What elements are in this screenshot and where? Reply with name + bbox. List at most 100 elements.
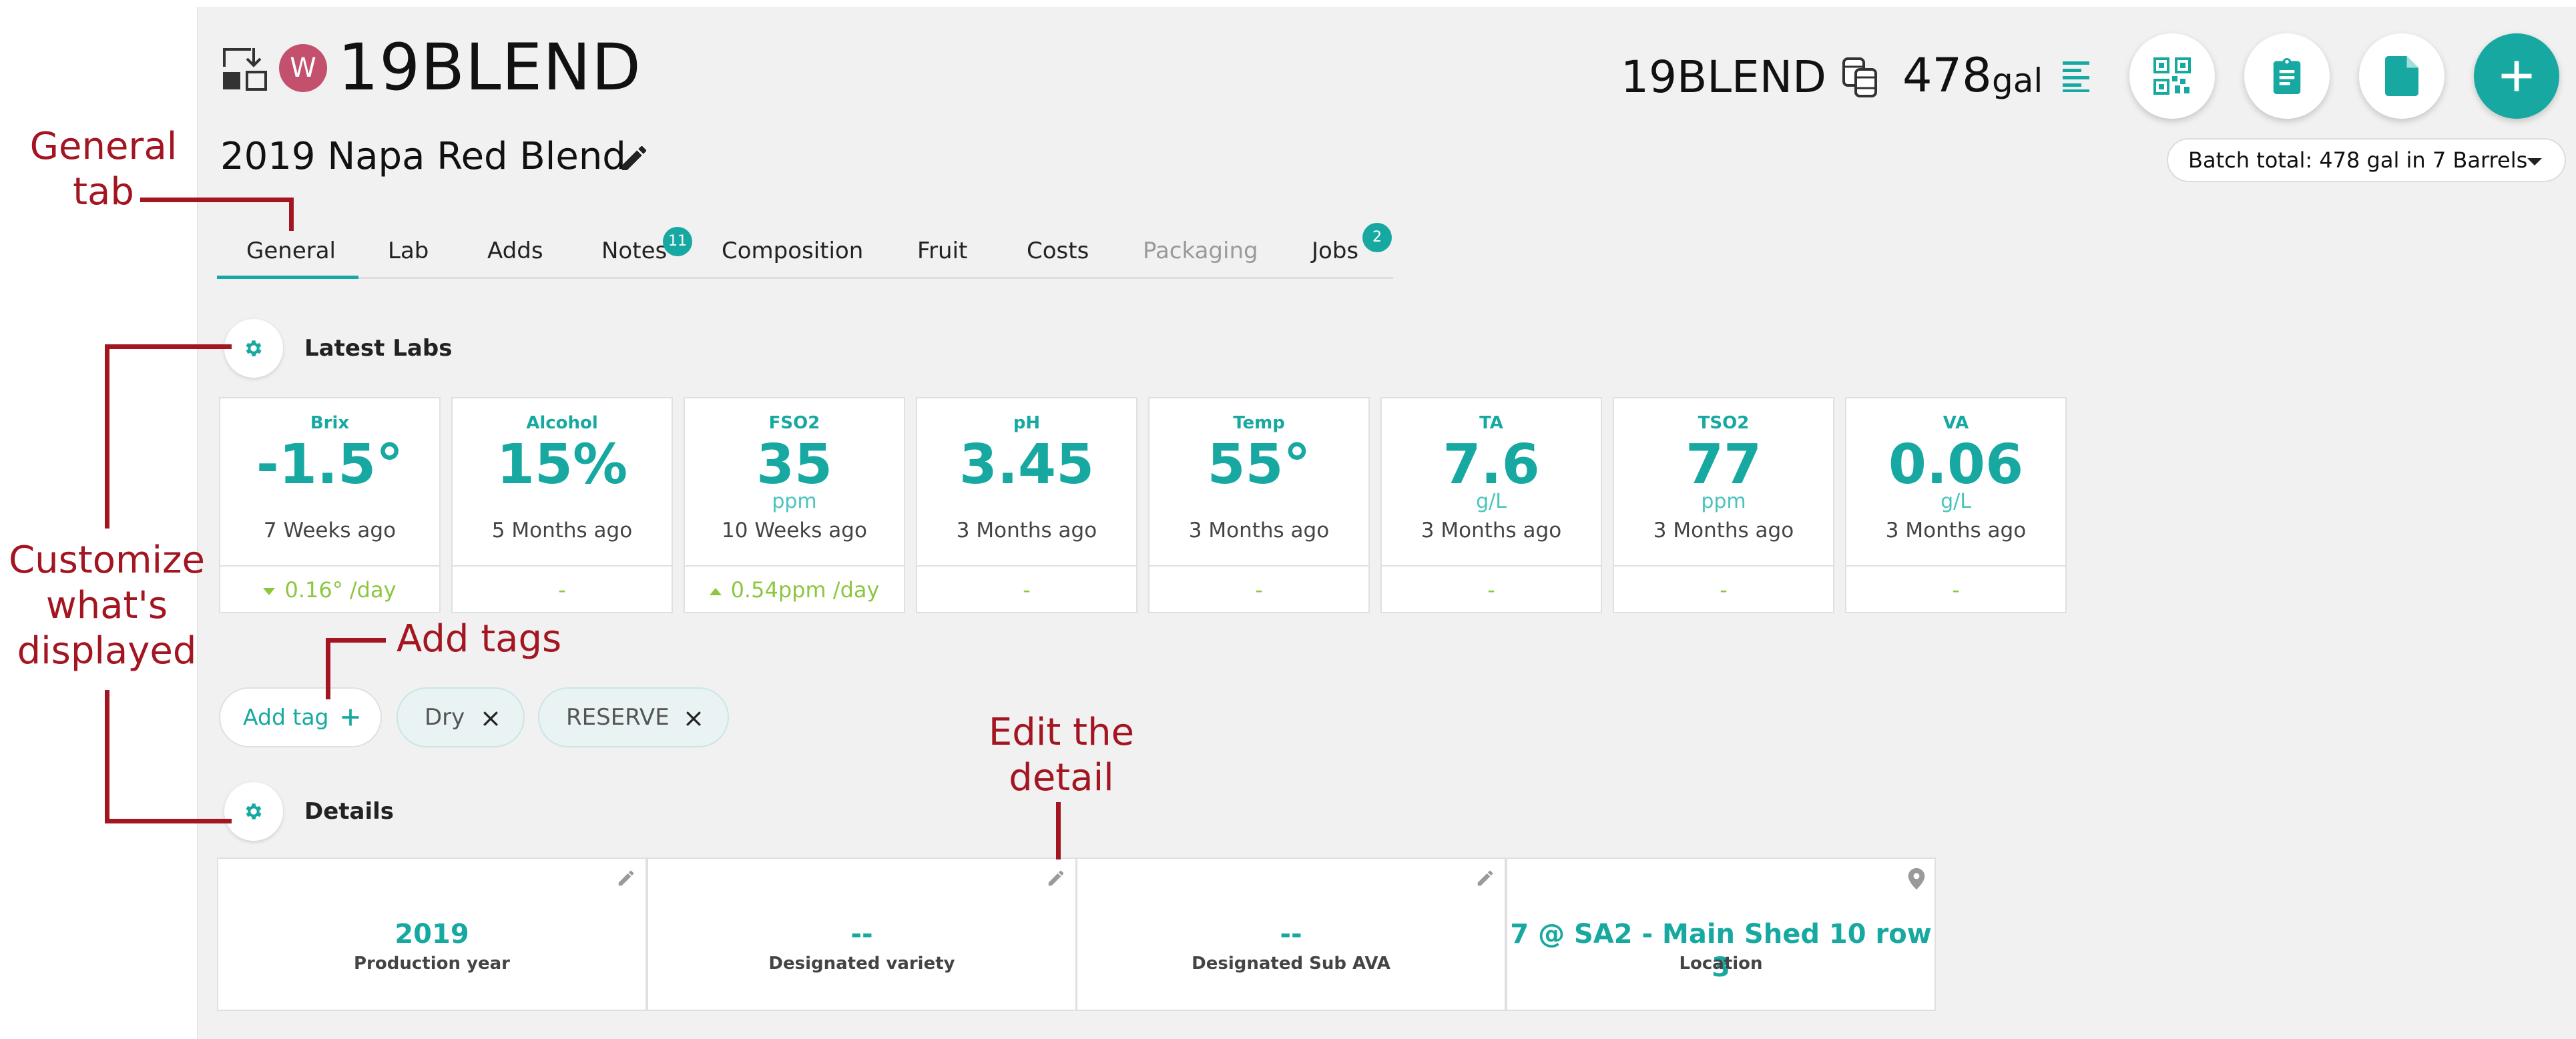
plus-icon bbox=[2501, 61, 2532, 91]
lab-name: VA bbox=[1943, 413, 1969, 433]
lab-value: 3.45 bbox=[959, 433, 1095, 496]
lab-value: -1.5° bbox=[256, 433, 404, 496]
clipboard-button[interactable] bbox=[2244, 33, 2330, 119]
lab-trend: - bbox=[1382, 565, 1601, 613]
avatar[interactable]: W bbox=[279, 44, 327, 92]
latest-labs-title: Latest Labs bbox=[304, 335, 453, 362]
header-vessel-name: 19BLEND bbox=[1621, 51, 1826, 103]
move-vessel-icon[interactable] bbox=[220, 44, 268, 92]
lab-card-brix[interactable]: Brix -1.5° 7 Weeks ago 0.16° /day bbox=[219, 397, 441, 613]
tab-bar: General Lab Adds Notes 11 Composition Fr… bbox=[217, 223, 1393, 279]
detail-label: Location bbox=[1679, 954, 1763, 974]
lab-trend-text: 0.54ppm /day bbox=[730, 577, 880, 603]
lab-card-fso2[interactable]: FSO2 35 ppm 10 Weeks ago 0.54ppm /day bbox=[684, 397, 905, 613]
detail-label: Production year bbox=[354, 954, 510, 974]
detail-card-designated-variety: -- Designated variety bbox=[647, 857, 1077, 1011]
lab-name: Alcohol bbox=[526, 413, 598, 433]
tab-costs[interactable]: Costs bbox=[1027, 236, 1089, 266]
detail-label: Designated variety bbox=[768, 954, 955, 974]
lab-age: 7 Weeks ago bbox=[263, 518, 397, 543]
lab-trend: - bbox=[1614, 565, 1833, 613]
remove-tag-close-icon[interactable] bbox=[482, 710, 499, 727]
pencil-icon[interactable] bbox=[1475, 868, 1495, 888]
add-action-button[interactable] bbox=[2474, 33, 2559, 119]
annotation-line bbox=[326, 638, 330, 699]
lab-card-va[interactable]: VA 0.06 g/L 3 Months ago - bbox=[1845, 397, 2067, 613]
lab-age: 3 Months ago bbox=[1885, 518, 2027, 543]
lab-value: 35 bbox=[756, 433, 833, 496]
customize-labs-button[interactable] bbox=[224, 319, 283, 378]
lab-unit: ppm bbox=[1701, 490, 1746, 513]
active-tab-indicator bbox=[217, 276, 358, 279]
tab-jobs[interactable]: Jobs bbox=[1312, 236, 1358, 266]
lab-trend: - bbox=[1149, 565, 1368, 613]
tab-packaging: Packaging bbox=[1143, 238, 1258, 264]
lab-age: 3 Months ago bbox=[1421, 518, 1562, 543]
batch-total-dropdown[interactable]: Batch total: 478 gal in 7 Barrels bbox=[2167, 138, 2566, 182]
barrels-icon bbox=[1842, 57, 1877, 97]
tag-label: Dry bbox=[425, 704, 465, 731]
lab-name: TA bbox=[1479, 413, 1503, 433]
customize-details-button[interactable] bbox=[224, 782, 283, 841]
tab-composition[interactable]: Composition bbox=[722, 236, 863, 266]
tab-lab[interactable]: Lab bbox=[388, 236, 429, 266]
lab-card-temp[interactable]: Temp 55° 3 Months ago - bbox=[1148, 397, 1370, 613]
tab-adds[interactable]: Adds bbox=[487, 236, 543, 266]
lab-unit: g/L bbox=[1941, 490, 1971, 513]
lab-card-tso2[interactable]: TSO2 77 ppm 3 Months ago - bbox=[1613, 397, 1834, 613]
tab-notes[interactable]: Notes bbox=[601, 236, 667, 266]
lab-value: 77 bbox=[1685, 433, 1762, 496]
annotation-line bbox=[140, 198, 294, 202]
detail-card-location: 7 @ SA2 - Main Shed 10 row 3 Location bbox=[1506, 857, 1936, 1011]
vessel-code: 19BLEND bbox=[338, 30, 641, 105]
lab-name: Brix bbox=[310, 413, 350, 433]
tag-label: RESERVE bbox=[566, 704, 670, 731]
page-title: 2019 Napa Red Blend bbox=[220, 135, 626, 178]
screen: W 19BLEND 2019 Napa Red Blend 19BLEND 47… bbox=[0, 0, 2576, 1039]
detail-value: -- bbox=[1280, 919, 1302, 950]
map-pin-icon[interactable] bbox=[1908, 868, 1925, 890]
lab-card-ph[interactable]: pH 3.45 3 Months ago - bbox=[916, 397, 1137, 613]
gear-icon bbox=[246, 340, 262, 356]
volume-unit: gal bbox=[1992, 61, 2043, 100]
annotation-line bbox=[105, 819, 232, 823]
lab-age: 3 Months ago bbox=[1653, 518, 1794, 543]
pencil-icon[interactable] bbox=[616, 868, 636, 888]
edit-title-pencil-icon[interactable] bbox=[618, 142, 650, 174]
document-button[interactable] bbox=[2359, 33, 2444, 119]
plus-icon bbox=[342, 709, 359, 726]
caret-down-icon bbox=[2527, 158, 2542, 165]
trend-down-icon bbox=[263, 587, 276, 595]
qr-code-button[interactable] bbox=[2129, 33, 2215, 119]
annotation-line bbox=[105, 344, 109, 529]
detail-label: Designated Sub AVA bbox=[1192, 954, 1390, 974]
tag-chip: Dry bbox=[397, 687, 525, 747]
lab-trend: - bbox=[917, 565, 1136, 613]
detail-value: -- bbox=[850, 919, 873, 950]
details-title: Details bbox=[304, 798, 395, 825]
tab-general[interactable]: General bbox=[246, 236, 336, 266]
volume-value: 478 bbox=[1902, 48, 1992, 103]
lab-trend: - bbox=[453, 565, 672, 613]
tag-chip: RESERVE bbox=[538, 687, 729, 747]
lab-name: TSO2 bbox=[1698, 413, 1750, 433]
detail-card-production-year: 2019 Production year bbox=[217, 857, 647, 1011]
add-tag-button[interactable]: Add tag bbox=[219, 687, 382, 747]
lab-card-alcohol[interactable]: Alcohol 15% 5 Months ago - bbox=[451, 397, 673, 613]
lab-unit: ppm bbox=[772, 490, 817, 513]
notes-count-badge: 11 bbox=[663, 227, 692, 256]
qr-code-icon bbox=[2153, 57, 2191, 95]
tab-fruit[interactable]: Fruit bbox=[917, 236, 967, 266]
annotation-line bbox=[105, 344, 232, 349]
remove-tag-close-icon[interactable] bbox=[685, 710, 702, 727]
pencil-icon[interactable] bbox=[1046, 868, 1066, 888]
lab-age: 3 Months ago bbox=[956, 518, 1097, 543]
annotation-customize: Customize what's displayed bbox=[9, 539, 205, 673]
annotation-line bbox=[326, 638, 386, 643]
trend-up-icon bbox=[709, 587, 722, 595]
text-lines-icon[interactable] bbox=[2061, 60, 2091, 92]
batch-total-label: Batch total: 478 gal in 7 Barrels bbox=[2188, 147, 2528, 173]
gear-icon bbox=[246, 803, 262, 819]
lab-card-ta[interactable]: TA 7.6 g/L 3 Months ago - bbox=[1380, 397, 1602, 613]
lab-name: Temp bbox=[1233, 413, 1285, 433]
